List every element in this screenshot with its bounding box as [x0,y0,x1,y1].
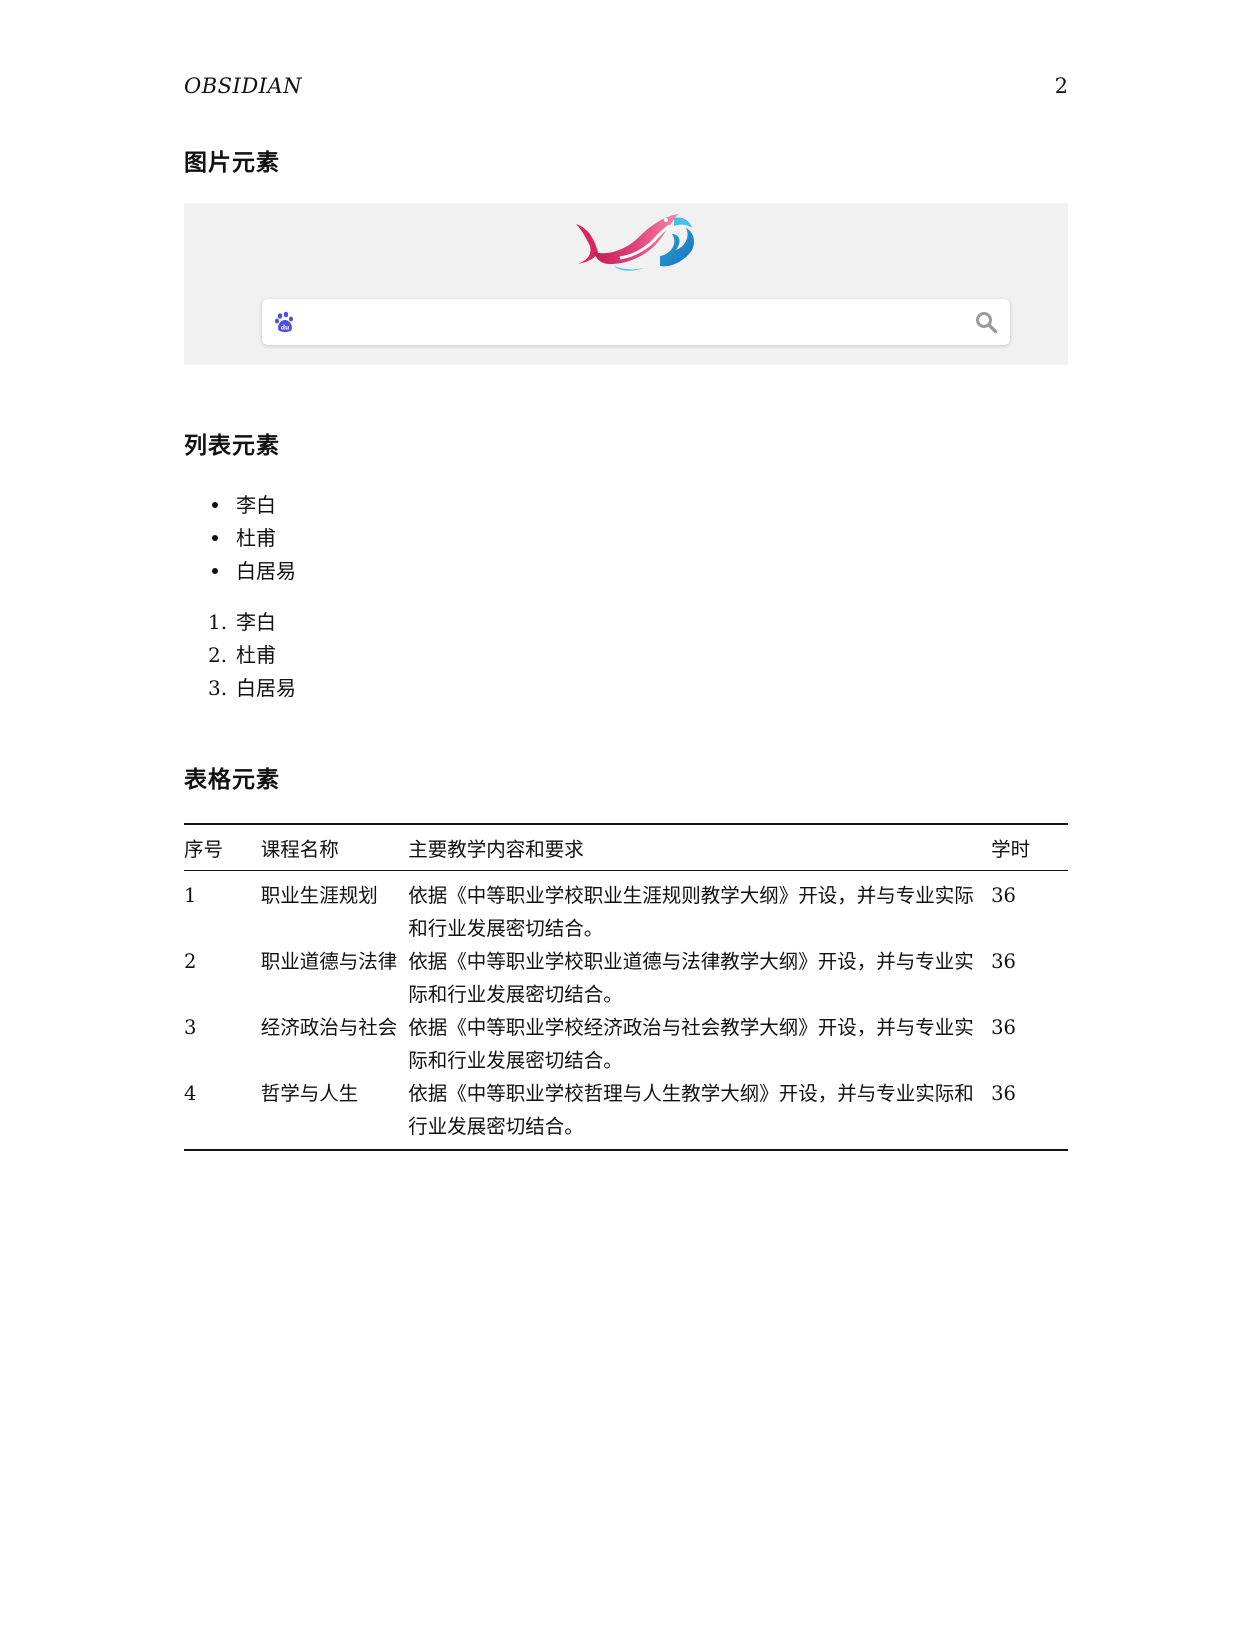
bullet-list: 李白 杜甫 白居易 [212,489,296,588]
magnifier-icon[interactable] [974,310,998,334]
cell-index: 4 [184,1077,261,1151]
list-item-text: 杜甫 [236,526,276,550]
cell-course-name: 职业道德与法律 [260,950,398,973]
cell-index: 1 [184,884,197,907]
list-item-text: 杜甫 [236,643,276,667]
list-number: 1. [208,610,228,634]
list-item-text: 李白 [236,493,276,517]
embedded-image: du [184,203,1068,365]
list-item: 杜甫 [212,522,296,555]
heading-table-elements: 表格元素 [184,767,280,793]
cell-hours: 36 [991,1077,1068,1151]
cell-content: 依据《中等职业学校经济政治与社会教学大纲》开设，并与专业实际和行业发展密切结合。 [408,1016,974,1072]
running-title: OBSIDIAN [184,74,303,98]
cell-content: 依据《中等职业学校职业道德与法律教学大纲》开设，并与专业实际和行业发展密切结合。 [408,950,974,1006]
cell-index: 2 [184,950,197,973]
bullet-icon [212,535,218,541]
list-item-text: 白居易 [236,559,296,583]
list-number: 3. [208,676,228,700]
list-item-text: 白居易 [236,676,296,700]
list-number: 2. [208,643,228,667]
bullet-icon [212,568,218,574]
running-header: OBSIDIAN 2 [184,74,1068,104]
cell-hours: 36 [991,950,1016,973]
cell-course-name: 哲学与人生 [260,1077,409,1151]
list-item: 李白 [212,489,296,522]
heading-list-elements: 列表元素 [184,433,280,459]
table-row: 4 哲学与人生 依据《中等职业学校哲理与人生教学大纲》开设，并与专业实际和行业发… [184,1077,1068,1151]
cell-content: 依据《中等职业学校职业生涯规则教学大纲》开设，并与专业实际和行业发展密切结合。 [408,884,974,940]
column-header-hours: 学时 [991,823,1068,871]
list-item-text: 李白 [236,610,276,634]
cell-course-name: 职业生涯规划 [260,884,378,907]
search-bar[interactable]: du [262,299,1010,345]
column-header-index: 序号 [184,823,261,871]
koi-fish-logo [576,214,694,271]
cell-content: 依据《中等职业学校哲理与人生教学大纲》开设，并与专业实际和行业发展密切结合。 [408,1077,992,1151]
list-item: 2. 杜甫 [208,639,296,672]
table-header-row: 序号 课程名称 主要教学内容和要求 学时 [184,823,1068,871]
list-item: 白居易 [212,555,296,588]
page-number: 2 [1054,74,1068,98]
column-header-content: 主要教学内容和要求 [408,823,992,871]
table-row: 3 经济政治与社会 依据《中等职业学校经济政治与社会教学大纲》开设，并与专业实际… [184,1011,1068,1077]
ordered-list: 1. 李白 2. 杜甫 3. 白居易 [208,606,296,705]
bullet-icon [212,502,218,508]
cell-course-name: 经济政治与社会 [260,1016,398,1039]
table-row: 1 职业生涯规划 依据《中等职业学校职业生涯规则教学大纲》开设，并与专业实际和行… [184,871,1068,946]
cell-hours: 36 [991,884,1016,907]
list-item: 3. 白居易 [208,672,296,705]
table-row: 2 职业道德与法律 依据《中等职业学校职业道德与法律教学大纲》开设，并与专业实际… [184,945,1068,1011]
baidu-paw-icon: du [275,311,293,332]
list-item: 1. 李白 [208,606,296,639]
cell-index: 3 [184,1016,197,1039]
course-table: 序号 课程名称 主要教学内容和要求 学时 1 职业生涯规划 依据《中等职业学校职… [184,823,1068,1151]
heading-image-elements: 图片元素 [184,150,280,176]
svg-text:du: du [281,325,290,332]
cell-hours: 36 [991,1016,1016,1039]
column-header-course-name: 课程名称 [260,823,409,871]
